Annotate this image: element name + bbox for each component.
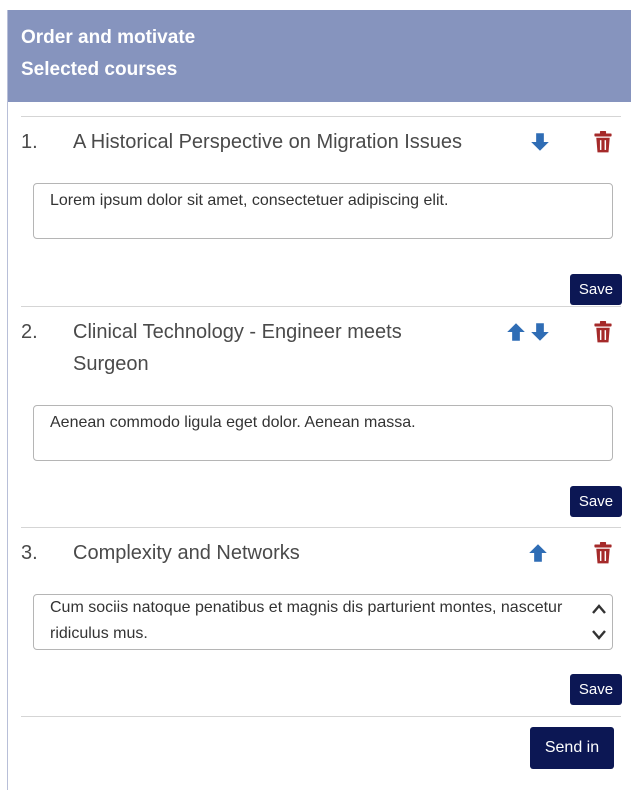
arrow-down-icon[interactable]: [529, 321, 551, 343]
trash-icon[interactable]: [593, 542, 613, 564]
arrow-up-icon[interactable]: [505, 321, 527, 343]
save-button[interactable]: Save: [570, 486, 622, 517]
textarea-scrollbar[interactable]: [588, 597, 610, 647]
header-subtitle: Selected courses: [21, 59, 178, 80]
save-button[interactable]: Save: [570, 274, 622, 305]
motivation-field[interactable]: Cum sociis natoque penatibus et magnis d…: [33, 594, 613, 650]
save-button[interactable]: Save: [570, 674, 622, 705]
panel-header: Order and motivate Selected courses: [8, 10, 631, 102]
scroll-arrows-icon: [592, 604, 606, 640]
send-in-button[interactable]: Send in: [530, 727, 614, 769]
arrow-down-icon[interactable]: [529, 131, 551, 153]
motivation-text: Cum sociis natoque penatibus et magnis d…: [50, 599, 563, 642]
trash-icon[interactable]: [593, 131, 613, 153]
header-title: Order and motivate: [21, 27, 196, 48]
divider: [21, 527, 621, 528]
arrow-up-icon[interactable]: [527, 542, 549, 564]
trash-icon[interactable]: [593, 321, 613, 343]
motivation-field[interactable]: Lorem ipsum dolor sit amet, consectetuer…: [33, 183, 613, 239]
divider: [21, 306, 621, 307]
course-title: Clinical Technology - Engineer meets Sur…: [73, 321, 402, 375]
divider: [21, 116, 621, 117]
motivation-field[interactable]: Aenean commodo ligula eget dolor. Aenean…: [33, 405, 613, 461]
divider: [21, 716, 621, 717]
course-number: 2.: [21, 321, 38, 343]
course-panel: Order and motivate Selected courses 1. A…: [7, 10, 631, 790]
course-number: 1.: [21, 131, 38, 153]
course-title: Complexity and Networks: [73, 542, 300, 564]
course-title: A Historical Perspective on Migration Is…: [73, 131, 463, 153]
course-number: 3.: [21, 542, 38, 564]
